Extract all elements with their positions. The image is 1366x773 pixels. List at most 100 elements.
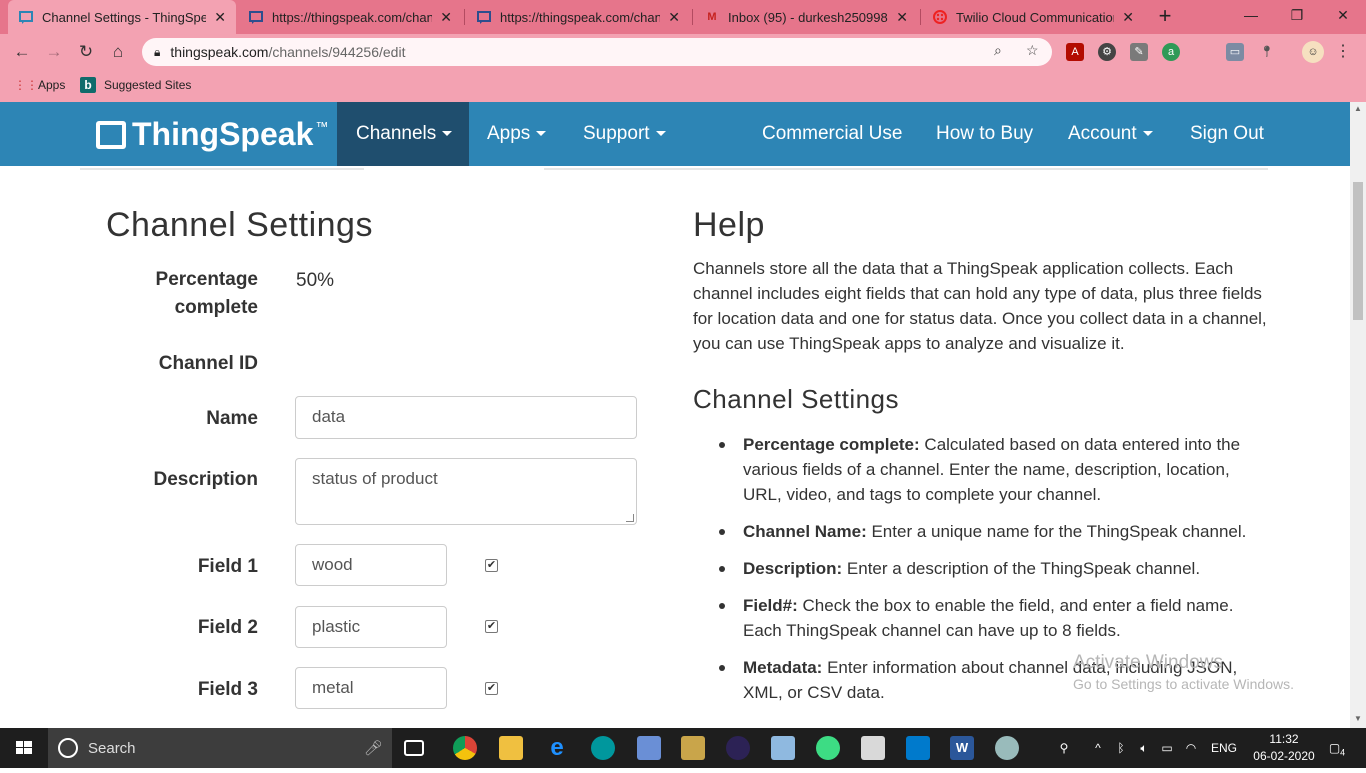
- restore-button[interactable]: ❐: [1274, 0, 1320, 32]
- name-input[interactable]: data: [295, 396, 637, 439]
- app-icon[interactable]: [995, 736, 1019, 760]
- nav-label: Apps: [487, 123, 531, 144]
- resize-handle-icon[interactable]: [626, 514, 634, 522]
- field-3-checkbox[interactable]: ✔: [485, 682, 498, 695]
- field-1-checkbox[interactable]: ✔: [485, 559, 498, 572]
- eclipse-icon[interactable]: [726, 736, 750, 760]
- app-icon[interactable]: [637, 736, 661, 760]
- forward-button[interactable]: →: [42, 40, 66, 64]
- zoom-icon[interactable]: ⌕: [994, 42, 1002, 59]
- url-path: /channels/944256/edit: [268, 44, 406, 60]
- edge-icon[interactable]: e: [545, 736, 569, 760]
- nav-channels[interactable]: Channels: [337, 102, 469, 166]
- close-window-button[interactable]: ✕: [1320, 0, 1366, 32]
- address-bar[interactable]: 🔒︎ thingspeak.com/channels/944256/edit ⌕…: [142, 38, 1052, 66]
- watermark-line: Activate Windows: [1073, 652, 1223, 673]
- tab-title: Twilio Cloud Communications: [956, 9, 1115, 25]
- page-scrollbar[interactable]: ▲ ▼: [1350, 102, 1366, 728]
- scroll-up-icon[interactable]: ▲: [1350, 104, 1366, 113]
- microphone-icon[interactable]: 🎤︎: [364, 739, 383, 757]
- extension-icon[interactable]: ✎: [1130, 43, 1148, 61]
- notification-center-icon[interactable]: ▢4: [1322, 728, 1352, 768]
- help-term: Field#:: [743, 596, 798, 615]
- field-2-input[interactable]: plastic: [295, 606, 447, 648]
- nav-support[interactable]: Support: [583, 102, 666, 166]
- reload-button[interactable]: ↻: [74, 40, 98, 64]
- chrome-icon[interactable]: [453, 736, 477, 760]
- field-1-input[interactable]: wood: [295, 544, 447, 586]
- caret-down-icon: [442, 131, 453, 137]
- bluetooth-icon[interactable]: ᛒ: [1113, 728, 1129, 768]
- bookmark-star-icon[interactable]: ☆: [1026, 42, 1039, 59]
- thingspeak-favicon: [248, 9, 264, 25]
- close-tab-icon[interactable]: ✕: [1122, 9, 1134, 26]
- close-tab-icon[interactable]: ✕: [214, 9, 226, 26]
- new-tab-button[interactable]: +: [1152, 4, 1178, 30]
- task-view-icon[interactable]: [404, 740, 424, 756]
- browser-toolbar: ← → ↻ ⌂ 🔒︎ thingspeak.com/channels/94425…: [0, 34, 1366, 70]
- minimize-button[interactable]: —: [1228, 0, 1274, 32]
- close-tab-icon[interactable]: ✕: [896, 9, 908, 26]
- list-item: Field#: Check the box to enable the fiel…: [693, 593, 1268, 643]
- word-icon[interactable]: W: [950, 736, 974, 760]
- browser-tab[interactable]: https://thingspeak.com/channe ✕: [238, 0, 462, 34]
- nav-account[interactable]: Account: [1068, 102, 1153, 166]
- back-button[interactable]: ←: [10, 40, 34, 64]
- tab-separator: [464, 9, 465, 25]
- nav-apps[interactable]: Apps: [487, 102, 547, 166]
- bookmark-apps[interactable]: ⋮⋮ Apps: [14, 77, 65, 93]
- location-icon[interactable]: 📍︎: [1258, 43, 1276, 61]
- help-term: Metadata:: [743, 658, 823, 677]
- arduino-icon[interactable]: [591, 736, 615, 760]
- thingspeak-logo[interactable]: ThingSpeak ™: [96, 116, 328, 153]
- browser-tab[interactable]: M Inbox (95) - durkesh250998@g ✕: [694, 0, 918, 34]
- wifi-icon[interactable]: ◠: [1183, 728, 1199, 768]
- start-button[interactable]: [0, 728, 48, 768]
- field-3-input[interactable]: metal: [295, 667, 447, 709]
- menu-icon[interactable]: ⋮: [1334, 43, 1352, 61]
- taskbar-search[interactable]: Search 🎤︎: [48, 728, 392, 768]
- browser-tab[interactable]: Channel Settings - ThingSpeak ✕: [8, 0, 236, 34]
- tab-separator: [920, 9, 921, 25]
- bookmark-suggested-sites[interactable]: b Suggested Sites: [80, 77, 191, 93]
- field-3-label: Field 3: [197, 679, 258, 700]
- nav-sign-out[interactable]: Sign Out: [1190, 102, 1264, 166]
- file-explorer-icon[interactable]: [499, 736, 523, 760]
- description-textarea[interactable]: status of product: [295, 458, 637, 525]
- scroll-down-icon[interactable]: ▼: [1350, 714, 1366, 723]
- extension-icon[interactable]: ⚙: [1098, 43, 1116, 61]
- nav-how-to-buy[interactable]: How to Buy: [936, 102, 1033, 166]
- pdf-extension-icon[interactable]: A: [1066, 43, 1084, 61]
- app-icon[interactable]: [861, 736, 885, 760]
- field-2-checkbox[interactable]: ✔: [485, 620, 498, 633]
- cortana-icon: [58, 738, 78, 758]
- close-tab-icon[interactable]: ✕: [440, 9, 452, 26]
- avatar[interactable]: ☺: [1302, 41, 1324, 63]
- extension-icon[interactable]: a: [1162, 43, 1180, 61]
- tray-overflow-icon[interactable]: ^: [1090, 728, 1106, 768]
- language-indicator[interactable]: ENG: [1208, 728, 1240, 768]
- scrollbar-thumb[interactable]: [1353, 182, 1363, 320]
- field-2-label: Field 2: [197, 617, 258, 638]
- clock[interactable]: 11:32 06-02-2020: [1252, 731, 1316, 765]
- watermark-line: Go to Settings to activate Windows.: [1073, 676, 1294, 692]
- browser-tab[interactable]: Twilio Cloud Communications ✕: [922, 0, 1144, 34]
- close-tab-icon[interactable]: ✕: [668, 9, 680, 26]
- home-button[interactable]: ⌂: [106, 40, 130, 64]
- channel-id-label: Channel ID: [158, 353, 258, 374]
- browser-tab[interactable]: https://thingspeak.com/channe ✕: [466, 0, 690, 34]
- tab-separator: [692, 9, 693, 25]
- apps-grid-icon: ⋮⋮: [14, 78, 38, 92]
- people-icon[interactable]: ⚲: [1054, 728, 1074, 768]
- app-icon[interactable]: [681, 736, 705, 760]
- nav-commercial-use[interactable]: Commercial Use: [762, 102, 902, 166]
- volume-icon[interactable]: 🔈︎: [1136, 728, 1152, 768]
- activation-watermark: Activate Windows Go to Settings to activ…: [1073, 652, 1294, 692]
- battery-icon[interactable]: ▭: [1159, 728, 1175, 768]
- vscode-icon[interactable]: [906, 736, 930, 760]
- logo-trademark: ™: [315, 119, 329, 134]
- app-icon[interactable]: [771, 736, 795, 760]
- field-1-label: Field 1: [197, 556, 258, 577]
- android-studio-icon[interactable]: [816, 736, 840, 760]
- extension-icon[interactable]: ▭: [1226, 43, 1244, 61]
